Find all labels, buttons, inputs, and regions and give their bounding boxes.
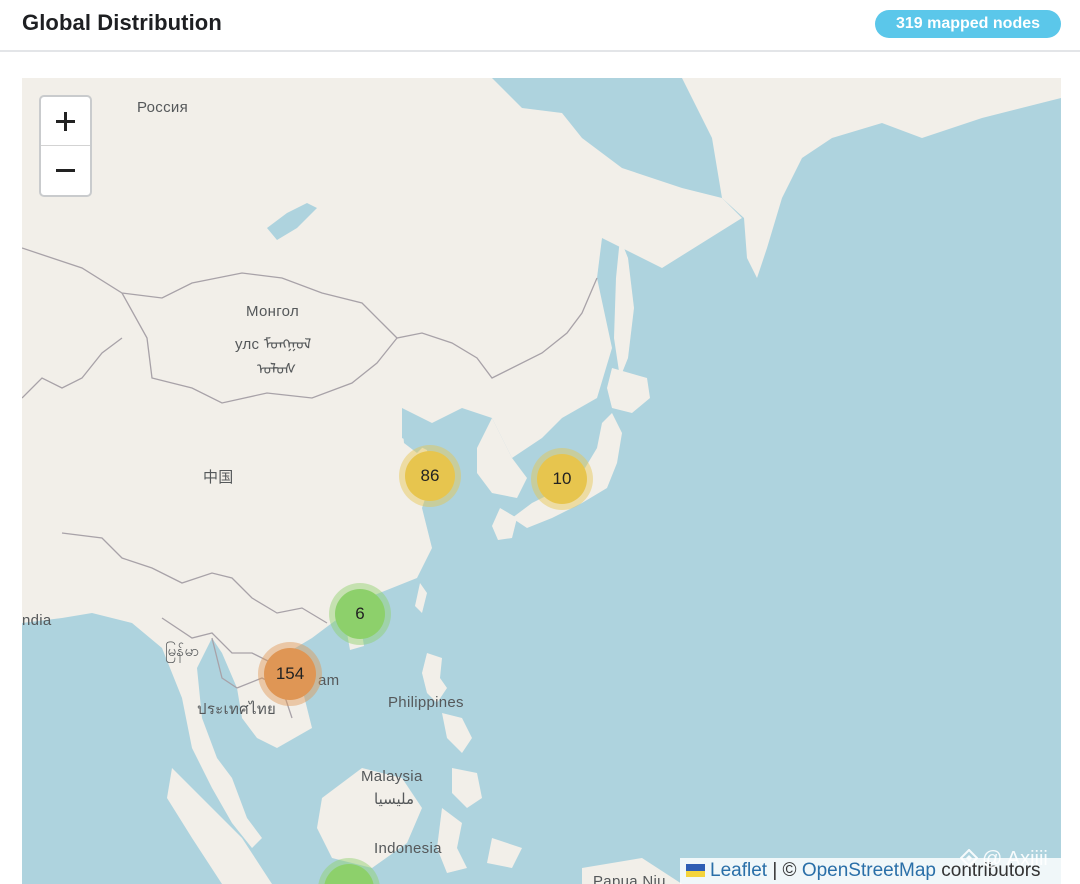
zoom-in-button[interactable] bbox=[41, 97, 90, 146]
watermark: @ Axiiii bbox=[960, 848, 1048, 871]
zoom-control bbox=[39, 95, 92, 197]
watermark-text: @ Axiiii bbox=[982, 848, 1048, 870]
label-mongolia-2: улс ᠮᠣᠩᠭᠣᠯ bbox=[235, 336, 312, 353]
attribution-separator: | © bbox=[767, 860, 802, 881]
label-malaysia-1: Malaysia bbox=[361, 768, 423, 785]
cluster-marker-vietnam[interactable]: 154 bbox=[258, 642, 322, 706]
cluster-marker-hong-kong[interactable]: 6 bbox=[329, 583, 391, 645]
cluster-marker-tokyo[interactable]: 10 bbox=[531, 448, 593, 510]
panel-title: Global Distribution bbox=[22, 10, 222, 35]
openstreetmap-link[interactable]: OpenStreetMap bbox=[802, 860, 936, 881]
label-mongolia-1: Монгол bbox=[246, 303, 299, 320]
label-china: 中国 bbox=[203, 469, 234, 486]
cluster-count: 10 bbox=[537, 454, 587, 504]
mapped-nodes-badge: 319 mapped nodes bbox=[875, 10, 1061, 38]
leaflet-link[interactable]: Leaflet bbox=[710, 860, 767, 881]
label-myanmar: မြန်မာ bbox=[165, 643, 200, 660]
label-russia: Россия bbox=[137, 99, 188, 116]
ukraine-flag-icon bbox=[686, 864, 705, 877]
plus-icon-vertical bbox=[64, 112, 67, 131]
zoom-out-button[interactable] bbox=[41, 146, 90, 195]
cluster-marker-shanghai[interactable]: 86 bbox=[399, 445, 461, 507]
map-container[interactable]: Россия Монгол улс ᠮᠣᠩᠭᠣᠯ ᠤᠯᠤᠰ 中国 ndia မြ… bbox=[22, 78, 1061, 884]
panel-header: Global Distribution 319 mapped nodes bbox=[0, 0, 1080, 52]
cluster-count: 86 bbox=[405, 451, 455, 501]
cluster-partial-inner bbox=[324, 864, 374, 884]
cluster-count: 154 bbox=[264, 648, 316, 700]
label-papua: Papua Niu bbox=[593, 873, 666, 884]
cluster-count: 6 bbox=[335, 589, 385, 639]
label-malaysia-2: مليسيا bbox=[374, 791, 415, 808]
watermark-logo-icon bbox=[960, 849, 978, 867]
label-indonesia: Indonesia bbox=[374, 840, 442, 857]
label-india: ndia bbox=[22, 612, 52, 629]
minus-icon bbox=[56, 169, 75, 172]
label-mongolia-3: ᠤᠯᠤᠰ bbox=[257, 361, 297, 378]
label-thailand: ประเทศไทย bbox=[197, 701, 277, 718]
label-philippines: Philippines bbox=[388, 694, 464, 711]
